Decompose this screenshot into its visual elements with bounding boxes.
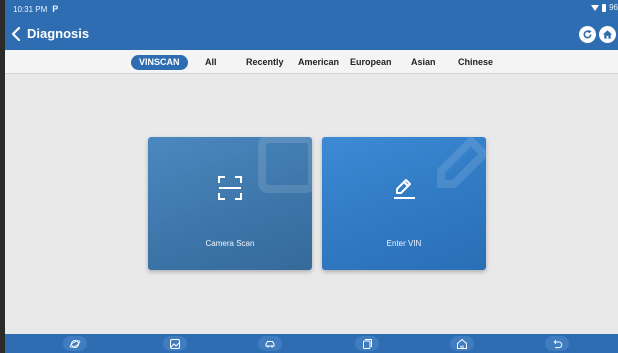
home-icon bbox=[602, 30, 613, 39]
tab-chinese[interactable]: Chinese bbox=[458, 55, 493, 70]
nav-recent-apps-button[interactable] bbox=[352, 336, 382, 351]
page-title: Diagnosis bbox=[27, 26, 90, 41]
nav-home-button[interactable] bbox=[447, 336, 477, 351]
app-header: 10:31 PM P 96 Diagnosis bbox=[5, 0, 618, 50]
image-icon bbox=[170, 338, 180, 349]
planet-icon bbox=[69, 339, 81, 348]
bottom-navigation-bar bbox=[5, 334, 618, 353]
refresh-icon bbox=[583, 29, 592, 39]
nav-planet-button[interactable] bbox=[60, 336, 90, 351]
scan-frame-icon bbox=[218, 176, 242, 200]
back-button[interactable]: Diagnosis bbox=[11, 26, 89, 41]
tab-recently[interactable]: Recently bbox=[246, 55, 284, 70]
card-watermark-decoration bbox=[437, 137, 486, 188]
status-bar: 10:31 PM P bbox=[13, 4, 58, 14]
home-icon bbox=[457, 338, 467, 349]
tab-all[interactable]: All bbox=[205, 55, 217, 70]
camera-scan-label: Camera Scan bbox=[205, 239, 255, 248]
nav-vehicle-button[interactable] bbox=[255, 336, 285, 351]
parking-notification-icon: P bbox=[52, 4, 59, 14]
nav-gallery-button[interactable] bbox=[160, 336, 190, 351]
recent-apps-icon bbox=[363, 338, 372, 349]
nav-back-button[interactable] bbox=[542, 336, 572, 351]
battery-icon bbox=[602, 3, 607, 12]
status-time: 10:31 PM bbox=[13, 4, 48, 14]
enter-vin-card[interactable]: Enter VIN bbox=[322, 137, 486, 270]
tab-european[interactable]: European bbox=[350, 55, 392, 70]
brand-tab-bar: VINSCAN All Recently American European A… bbox=[5, 50, 618, 74]
camera-scan-card[interactable]: Camera Scan bbox=[148, 137, 312, 270]
tab-vinscan[interactable]: VINSCAN bbox=[131, 55, 188, 70]
back-icon bbox=[553, 339, 563, 348]
refresh-button[interactable] bbox=[579, 26, 596, 43]
enter-vin-label: Enter VIN bbox=[386, 239, 422, 248]
pencil-edit-icon bbox=[394, 179, 415, 199]
status-indicators: 96 bbox=[591, 3, 618, 12]
home-button[interactable] bbox=[599, 26, 616, 43]
wifi-icon bbox=[591, 4, 600, 11]
car-icon bbox=[265, 340, 275, 347]
diagnosis-screen: 10:31 PM P 96 Diagnosis VINSCAN All Rece… bbox=[5, 0, 618, 353]
back-chevron-icon bbox=[11, 26, 21, 41]
card-watermark-decoration bbox=[258, 137, 312, 193]
tab-american[interactable]: American bbox=[298, 55, 339, 70]
tab-asian[interactable]: Asian bbox=[411, 55, 436, 70]
battery-level: 96 bbox=[609, 3, 618, 12]
